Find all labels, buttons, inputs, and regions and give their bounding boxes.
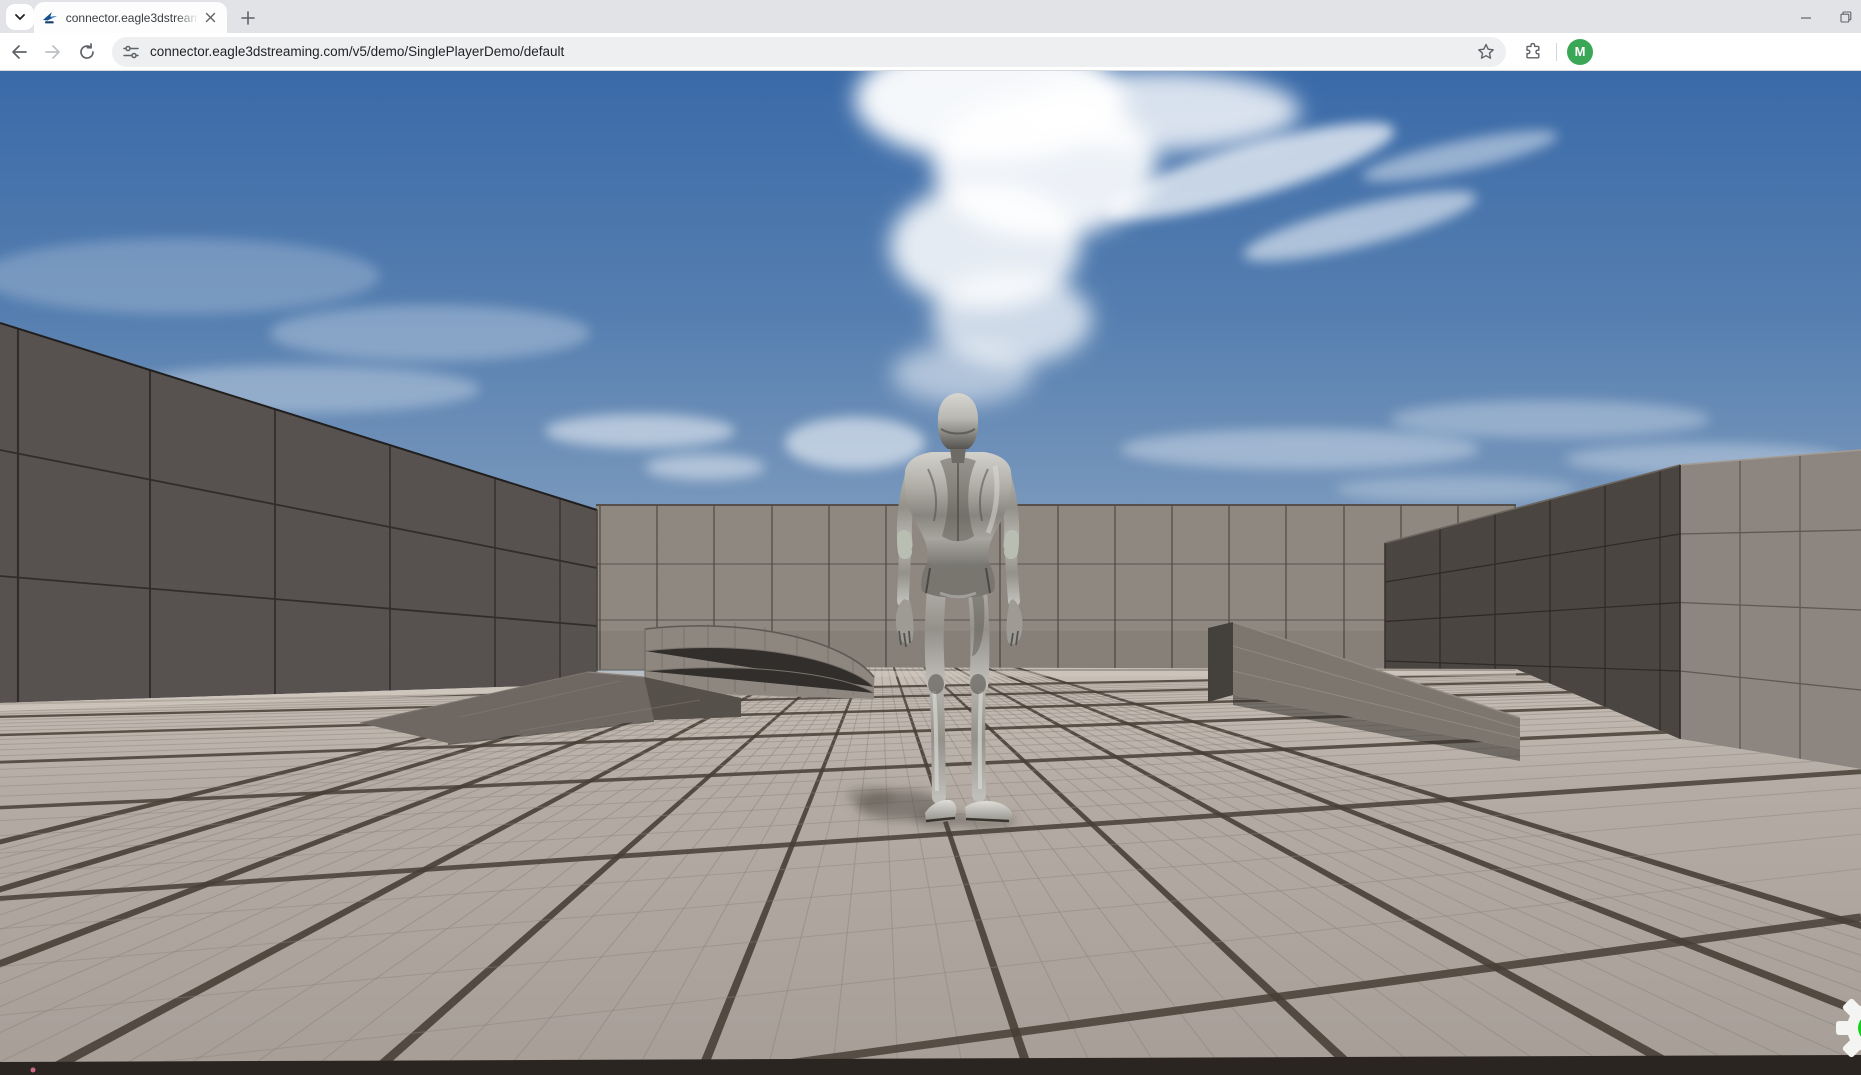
chevron-down-icon xyxy=(14,11,26,23)
minimize-icon xyxy=(1799,10,1813,24)
active-tab[interactable]: connector.eagle3dstreaming.co xyxy=(34,2,227,33)
omnibox[interactable]: connector.eagle3dstreaming.com/v5/demo/S… xyxy=(112,37,1506,67)
window-restore-button[interactable] xyxy=(1837,8,1855,26)
toolbar-right-tools: M xyxy=(1514,37,1593,67)
browser-window: connector.eagle3dstreaming.co xyxy=(0,0,1861,1075)
profile-avatar[interactable]: M xyxy=(1567,39,1593,65)
stream-viewport[interactable] xyxy=(0,71,1861,1075)
tab-strip: connector.eagle3dstreaming.co xyxy=(0,0,1861,33)
browser-toolbar: connector.eagle3dstreaming.com/v5/demo/S… xyxy=(0,33,1861,71)
reload-icon xyxy=(77,42,97,62)
url-text[interactable]: connector.eagle3dstreaming.com/v5/demo/S… xyxy=(150,44,1476,59)
puzzle-piece-icon xyxy=(1523,42,1543,62)
forward-button[interactable] xyxy=(38,37,68,67)
window-controls xyxy=(1797,0,1861,33)
reload-button[interactable] xyxy=(72,37,102,67)
tab-title: connector.eagle3dstreaming.co xyxy=(66,11,202,25)
restore-icon xyxy=(1839,10,1853,24)
plus-icon xyxy=(241,11,255,25)
new-tab-button[interactable] xyxy=(236,6,260,30)
tab-search-button[interactable] xyxy=(6,4,34,30)
arrow-right-icon xyxy=(43,42,63,62)
site-info-tune-icon[interactable] xyxy=(122,43,140,61)
tab-close-button[interactable] xyxy=(201,9,219,27)
extensions-button[interactable] xyxy=(1518,37,1548,67)
scene-canvas xyxy=(0,71,1861,1075)
close-icon xyxy=(205,12,216,23)
hips xyxy=(921,563,995,598)
arrow-left-icon xyxy=(9,42,29,62)
back-button[interactable] xyxy=(4,37,34,67)
toolbar-divider xyxy=(1556,43,1557,61)
bookmark-star-icon[interactable] xyxy=(1476,42,1496,62)
eagle-favicon-icon xyxy=(42,10,58,26)
window-minimize-button[interactable] xyxy=(1797,8,1815,26)
neck xyxy=(950,448,966,463)
head xyxy=(938,393,978,449)
pink-indicator-dot xyxy=(31,1068,36,1073)
